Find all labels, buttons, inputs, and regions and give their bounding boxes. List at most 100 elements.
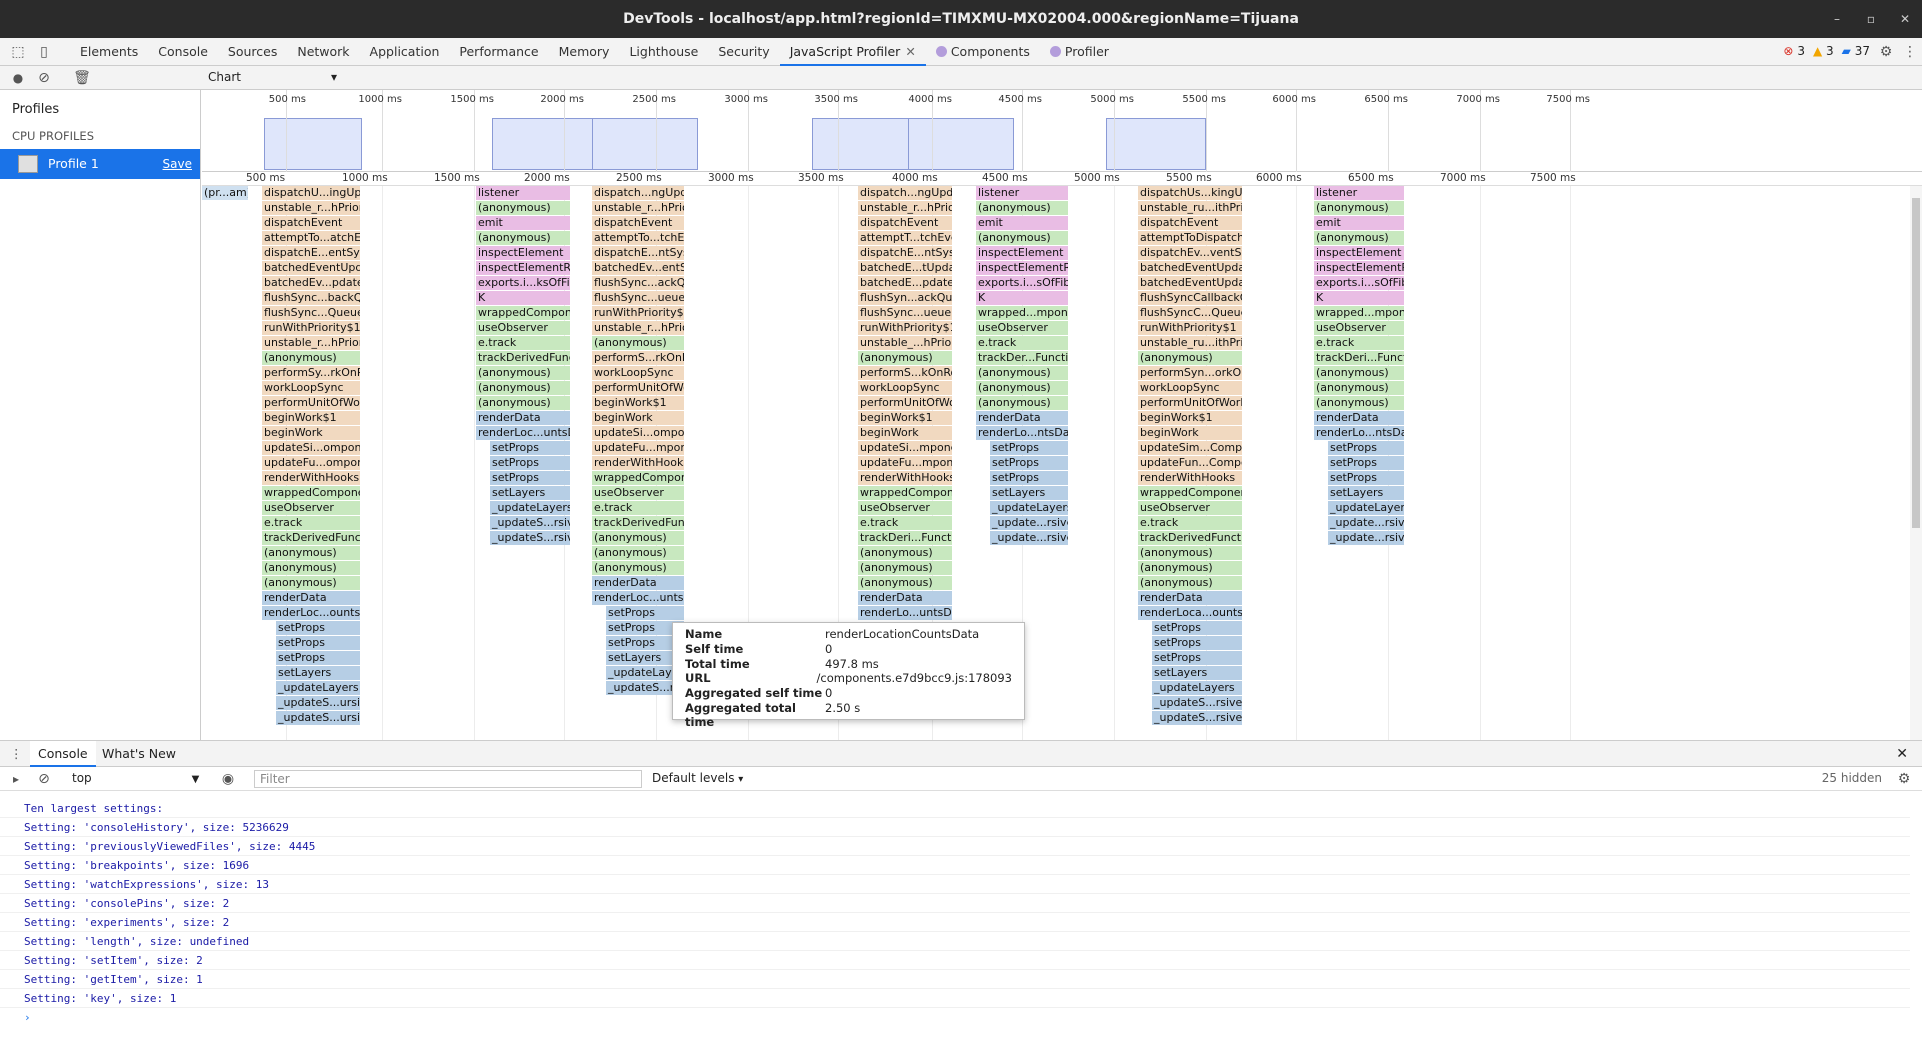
flame-frame[interactable]: batchedEv...pdates$1 (262, 276, 360, 290)
flame-frame[interactable]: _updateS...ursively (276, 711, 360, 725)
flame-frame[interactable]: e.track (1138, 516, 1242, 530)
flame-frame[interactable]: (anonymous) (1138, 576, 1242, 590)
flame-frame[interactable]: setProps (276, 636, 360, 650)
flame-frame[interactable]: (anonymous) (858, 351, 952, 365)
flame-frame[interactable]: renderWithHooks (1138, 471, 1242, 485)
flame-frame[interactable]: inspectElement (1314, 246, 1404, 260)
flame-frame[interactable]: updateSi...mponent (858, 441, 952, 455)
flame-frame[interactable]: setProps (490, 456, 570, 470)
more-menu-icon[interactable]: ⋮ (1900, 42, 1920, 62)
flame-frame[interactable]: inspectElement (976, 246, 1068, 260)
flame-frame[interactable]: updateSim...Component (1138, 441, 1242, 455)
flame-frame[interactable]: _updateS...ursively (276, 696, 360, 710)
flame-frame[interactable]: e.track (592, 501, 684, 515)
tab-network[interactable]: Network (287, 38, 359, 66)
tab-security[interactable]: Security (708, 38, 779, 66)
flame-frame[interactable]: performSyn...orkOnRoot (1138, 366, 1242, 380)
context-select[interactable]: top ▼ (72, 771, 199, 785)
flame-frame[interactable]: dispatch...ngUpdate (858, 186, 952, 200)
flame-frame[interactable]: attemptTo...atchEvent (262, 231, 360, 245)
flame-frame[interactable]: performS...rkOnRoot (592, 351, 684, 365)
flame-frame[interactable]: (anonymous) (262, 351, 360, 365)
flame-frame[interactable]: renderLoca...ountsData (1138, 606, 1242, 620)
flame-frame[interactable]: listener (476, 186, 570, 200)
flame-frame[interactable]: flushSyn...ackQueue (858, 291, 952, 305)
levels-select[interactable]: Default levels ▾ (652, 771, 743, 785)
flame-frame[interactable]: updateSi...omponent (262, 441, 360, 455)
flame-frame[interactable]: exports.i...sOfFiber (1314, 276, 1404, 290)
flame-frame[interactable]: unstable_r...hPriority (262, 336, 360, 350)
inspect-element-icon[interactable]: ⬚ (8, 42, 28, 62)
flame-frame[interactable]: _updateS...rsively (490, 516, 570, 530)
tab-memory[interactable]: Memory (549, 38, 620, 66)
flame-frame[interactable]: dispatchU...ingUpdate (262, 186, 360, 200)
tab-lighthouse[interactable]: Lighthouse (619, 38, 708, 66)
flame-frame[interactable]: setLayers (490, 486, 570, 500)
flame-frame[interactable]: wrappedComponent (1138, 486, 1242, 500)
flame-frame[interactable]: beginWork (262, 426, 360, 440)
flame-frame[interactable]: wrappedComponent (476, 306, 570, 320)
flame-frame[interactable]: setProps (490, 441, 570, 455)
flame-frame[interactable]: unstable_r...hPriority (592, 321, 684, 335)
flame-frame[interactable]: emit (476, 216, 570, 230)
flame-frame[interactable]: (anonymous) (262, 561, 360, 575)
flame-frame[interactable]: setProps (1328, 456, 1404, 470)
flame-frame[interactable]: (anonymous) (262, 546, 360, 560)
flame-frame[interactable]: workLoopSync (262, 381, 360, 395)
flame-frame[interactable]: wrappedComponent (858, 486, 952, 500)
tab-drawer-console[interactable]: Console (30, 741, 96, 767)
flame-frame[interactable]: (anonymous) (262, 576, 360, 590)
maximize-icon[interactable]: ▫ (1854, 0, 1888, 38)
flame-frame[interactable]: exports.i...ksOfFiber (476, 276, 570, 290)
flame-frame[interactable]: updateFu...mponent (592, 441, 684, 455)
flame-frame[interactable]: batchedEv...entSystem (592, 261, 684, 275)
flame-frame[interactable]: runWithPriority$1 (262, 321, 360, 335)
flame-frame[interactable]: dispatchEv...ventSystem (1138, 246, 1242, 260)
flame-frame[interactable]: performSy...rkOnRoot (262, 366, 360, 380)
tab-console[interactable]: Console (148, 38, 218, 66)
flame-frame[interactable]: flushSyncCallbackQueue (1138, 291, 1242, 305)
flame-frame[interactable]: (anonymous) (476, 366, 570, 380)
flame-frame[interactable]: updateFu...omponent (262, 456, 360, 470)
flame-frame[interactable]: _updateLayers (490, 501, 570, 515)
flame-frame[interactable]: performS...kOnRoot (858, 366, 952, 380)
flame-frame[interactable]: performUnitOfWork (262, 396, 360, 410)
flame-frame[interactable]: flushSync...QueueImpl (262, 306, 360, 320)
flame-frame[interactable]: dispatchEvent (262, 216, 360, 230)
flame-frame[interactable]: exports.i...sOfFiber (976, 276, 1068, 290)
flame-frame[interactable]: batchedE...tUpdates (858, 261, 952, 275)
flame-frame[interactable]: performUnitOfWork (858, 396, 952, 410)
filter-input[interactable]: Filter (254, 770, 642, 788)
flame-frame[interactable]: useObserver (1314, 321, 1404, 335)
flame-frame[interactable]: _updateS...rsively (490, 531, 570, 545)
flame-frame[interactable]: wrapped...mponent (976, 306, 1068, 320)
view-select[interactable]: Chart ▾ (208, 70, 337, 84)
flame-frame[interactable]: trackDerivedFunction (476, 351, 570, 365)
flame-frame[interactable]: K (1314, 291, 1404, 305)
flame-frame[interactable]: _updateLayers (990, 501, 1068, 515)
flame-frame[interactable]: useObserver (858, 501, 952, 515)
flame-frame[interactable]: (pr...am) (202, 186, 248, 200)
flame-frame[interactable]: renderLo...ntsData (1314, 426, 1404, 440)
record-icon[interactable]: ● (8, 68, 28, 88)
flame-frame[interactable]: batchedEventUpdates$1 (1138, 276, 1242, 290)
flame-frame[interactable]: wrappedComponent (592, 471, 684, 485)
close-tab-icon[interactable]: ✕ (905, 44, 915, 59)
flame-frame[interactable]: runWithPriority$1 (1138, 321, 1242, 335)
tab-elements[interactable]: Elements (70, 38, 148, 66)
flame-frame[interactable]: dispatchEvent (592, 216, 684, 230)
flame-frame[interactable]: listener (1314, 186, 1404, 200)
close-drawer-icon[interactable]: ✕ (1896, 741, 1908, 767)
settings-gear-icon[interactable]: ⚙ (1876, 42, 1896, 62)
flame-frame[interactable]: _updateS...rsively (1152, 711, 1242, 725)
flame-frame[interactable]: (anonymous) (976, 231, 1068, 245)
flame-frame[interactable]: setProps (990, 471, 1068, 485)
flame-frame[interactable]: (anonymous) (976, 396, 1068, 410)
console-prompt[interactable]: › (0, 1008, 1910, 1027)
flame-frame[interactable]: (anonymous) (1314, 381, 1404, 395)
tab-application[interactable]: Application (360, 38, 450, 66)
flame-frame[interactable]: (anonymous) (976, 366, 1068, 380)
flame-frame[interactable]: renderLo...ntsData (976, 426, 1068, 440)
flame-frame[interactable]: renderData (976, 411, 1068, 425)
flame-frame[interactable]: batchedEventUpdates (1138, 261, 1242, 275)
